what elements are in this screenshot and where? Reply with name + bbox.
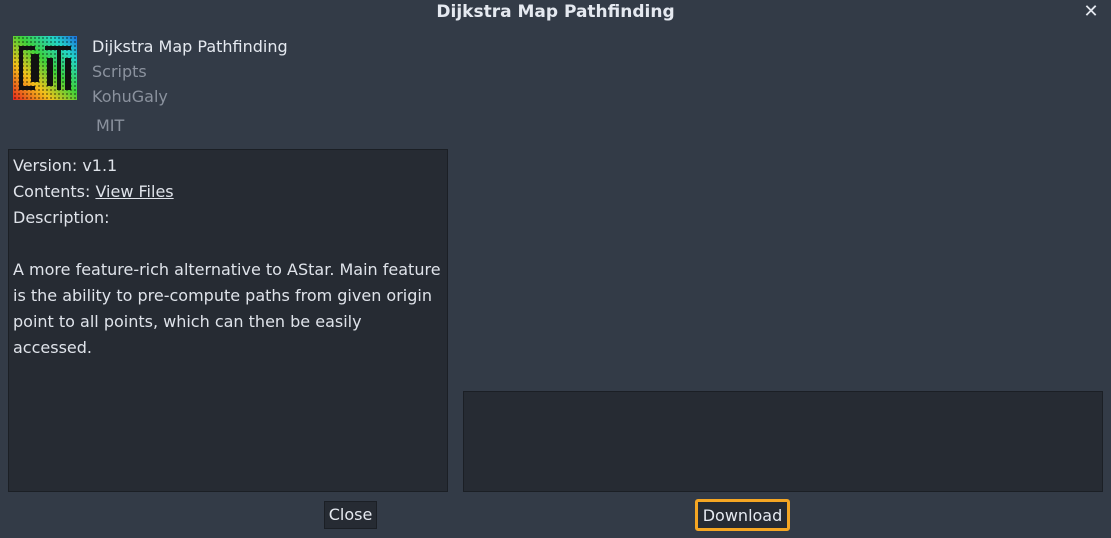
asset-dialog: Dijkstra Map Pathfinding ✕ Dijkstra Map … bbox=[0, 0, 1111, 538]
asset-category[interactable]: Scripts bbox=[92, 62, 147, 81]
close-button[interactable]: Close bbox=[324, 501, 377, 529]
close-icon[interactable]: ✕ bbox=[1081, 2, 1101, 22]
dijkstra-map-icon bbox=[13, 36, 77, 100]
description-text: A more feature-rich alternative to AStar… bbox=[13, 260, 441, 357]
view-files-link[interactable]: View Files bbox=[95, 182, 173, 201]
dialog-title: Dijkstra Map Pathfinding bbox=[436, 2, 675, 22]
version-text: Version: v1.1 bbox=[13, 156, 118, 175]
preview-thumbnails-panel[interactable] bbox=[463, 391, 1103, 492]
download-button[interactable]: Download bbox=[695, 499, 790, 531]
contents-line: Contents: View Files bbox=[13, 179, 443, 205]
asset-license[interactable]: MIT bbox=[96, 116, 124, 135]
asset-author[interactable]: KohuGaly bbox=[92, 87, 168, 106]
description-label: Description: bbox=[13, 208, 110, 227]
description-panel[interactable]: Version: v1.1 Contents: View Files Descr… bbox=[8, 149, 448, 492]
asset-name: Dijkstra Map Pathfinding bbox=[92, 37, 288, 56]
contents-label: Contents: bbox=[13, 182, 96, 201]
asset-icon bbox=[13, 36, 77, 100]
